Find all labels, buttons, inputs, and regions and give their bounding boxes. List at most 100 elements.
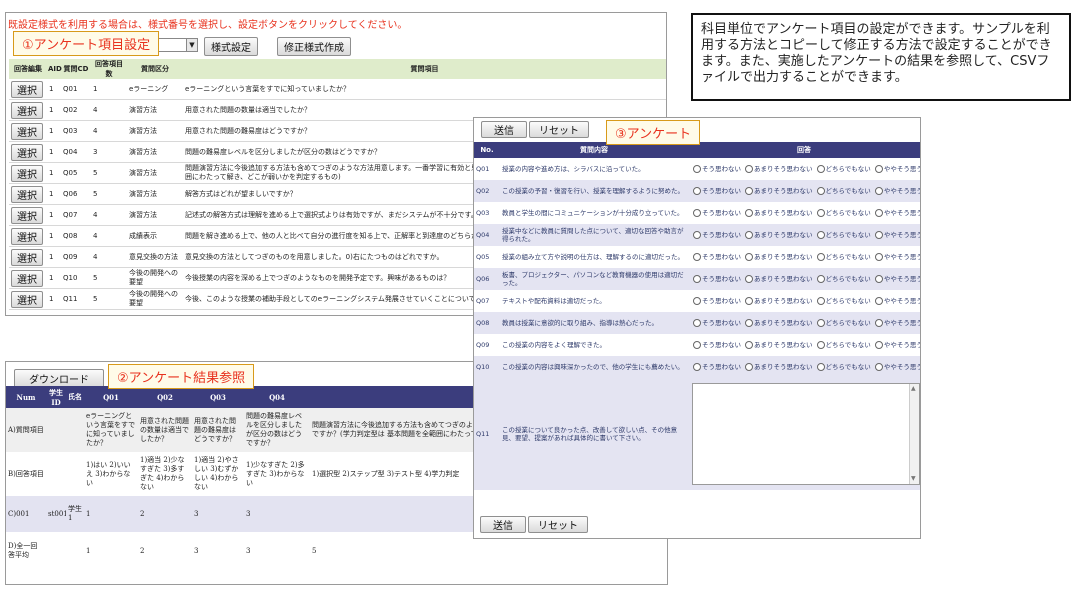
answer-option[interactable]: ややそう思う (872, 363, 920, 371)
radio-button[interactable] (816, 297, 825, 305)
answer-option[interactable]: そう思わない (690, 363, 741, 371)
answer-option[interactable]: あまりそう思わない (742, 187, 813, 195)
answer-option[interactable]: ややそう思う (872, 165, 920, 173)
radio-button[interactable] (745, 363, 753, 371)
answer-option[interactable]: そう思わない (690, 253, 741, 261)
radio-button[interactable] (874, 209, 883, 217)
radio-button[interactable] (874, 253, 883, 261)
radio-button[interactable] (745, 165, 753, 173)
radio-button[interactable] (816, 209, 825, 217)
radio-button[interactable] (874, 297, 883, 305)
radio-button[interactable] (816, 231, 825, 239)
radio-button[interactable] (816, 165, 825, 173)
answer-option[interactable]: そう思わない (690, 297, 741, 305)
select-button[interactable]: 選択 (11, 290, 43, 308)
radio-button[interactable] (874, 275, 883, 283)
answer-option[interactable]: ややそう思う (872, 297, 920, 305)
scroll-down-icon[interactable]: ▼ (911, 475, 916, 483)
radio-button[interactable] (693, 253, 701, 261)
radio-button[interactable] (693, 275, 701, 283)
answer-option[interactable]: ややそう思う (872, 231, 920, 239)
answer-option[interactable]: どちらでもない (814, 363, 871, 371)
answer-option[interactable]: あまりそう思わない (742, 253, 813, 261)
select-button[interactable]: 選択 (11, 227, 43, 245)
radio-button[interactable] (745, 319, 753, 327)
answer-option[interactable]: ややそう思う (872, 253, 920, 261)
select-button[interactable]: 選択 (11, 122, 43, 140)
radio-button[interactable] (816, 253, 825, 261)
radio-button[interactable] (816, 275, 825, 283)
radio-button[interactable] (745, 341, 753, 349)
select-button[interactable]: 選択 (11, 143, 43, 161)
radio-button[interactable] (745, 209, 753, 217)
select-button[interactable]: 選択 (11, 80, 43, 98)
answer-option[interactable]: あまりそう思わない (742, 231, 813, 239)
select-button[interactable]: 選択 (11, 269, 43, 287)
radio-button[interactable] (874, 363, 883, 371)
answer-option[interactable]: ややそう思う (872, 341, 920, 349)
answer-option[interactable]: そう思わない (690, 187, 741, 195)
radio-button[interactable] (816, 319, 825, 327)
reset-button[interactable]: リセット (529, 121, 589, 138)
radio-button[interactable] (874, 187, 883, 195)
answer-option[interactable]: どちらでもない (814, 253, 871, 261)
radio-button[interactable] (816, 187, 825, 195)
create-modified-style-button[interactable]: 修正様式作成 (277, 37, 351, 56)
radio-button[interactable] (874, 231, 883, 239)
answer-option[interactable]: あまりそう思わない (742, 209, 813, 217)
radio-button[interactable] (693, 341, 701, 349)
style-set-button[interactable]: 様式設定 (204, 37, 258, 56)
answer-option[interactable]: そう思わない (690, 319, 741, 327)
answer-option[interactable]: どちらでもない (814, 319, 871, 327)
radio-button[interactable] (874, 319, 883, 327)
radio-button[interactable] (693, 363, 701, 371)
answer-option[interactable]: あまりそう思わない (742, 341, 813, 349)
answer-option[interactable]: あまりそう思わない (742, 363, 813, 371)
radio-button[interactable] (745, 253, 753, 261)
radio-button[interactable] (693, 319, 701, 327)
answer-option[interactable]: ややそう思う (872, 275, 920, 283)
reset-button-bottom[interactable]: リセット (528, 516, 588, 533)
answer-option[interactable]: あまりそう思わない (742, 165, 813, 173)
select-button[interactable]: 選択 (11, 185, 43, 203)
scroll-up-icon[interactable]: ▲ (911, 385, 916, 393)
radio-button[interactable] (745, 187, 753, 195)
answer-option[interactable]: ややそう思う (872, 187, 920, 195)
select-button[interactable]: 選択 (11, 164, 43, 182)
answer-option[interactable]: どちらでもない (814, 297, 871, 305)
select-button[interactable]: 選択 (11, 101, 43, 119)
answer-option[interactable]: どちらでもない (814, 165, 871, 173)
radio-button[interactable] (816, 363, 825, 371)
answer-option[interactable]: そう思わない (690, 231, 741, 239)
comment-textarea[interactable]: ▲ ▼ (692, 383, 920, 485)
radio-button[interactable] (693, 231, 701, 239)
answer-option[interactable]: そう思わない (690, 341, 741, 349)
radio-button[interactable] (745, 297, 753, 305)
answer-option[interactable]: あまりそう思わない (742, 319, 813, 327)
answer-option[interactable]: どちらでもない (814, 341, 871, 349)
radio-button[interactable] (874, 165, 883, 173)
radio-button[interactable] (693, 209, 701, 217)
answer-option[interactable]: そう思わない (690, 209, 741, 217)
radio-button[interactable] (745, 275, 753, 283)
chevron-down-icon[interactable]: ▼ (186, 39, 197, 51)
answer-option[interactable]: そう思わない (690, 275, 741, 283)
radio-button[interactable] (693, 165, 701, 173)
radio-button[interactable] (693, 297, 701, 305)
submit-button-bottom[interactable]: 送信 (480, 516, 526, 533)
answer-option[interactable]: あまりそう思わない (742, 275, 813, 283)
radio-button[interactable] (816, 341, 825, 349)
radio-button[interactable] (693, 187, 701, 195)
answer-option[interactable]: ややそう思う (872, 209, 920, 217)
answer-option[interactable]: ややそう思う (872, 319, 920, 327)
answer-option[interactable]: どちらでもない (814, 275, 871, 283)
submit-button[interactable]: 送信 (481, 121, 527, 138)
answer-option[interactable]: どちらでもない (814, 209, 871, 217)
answer-option[interactable]: そう思わない (690, 165, 741, 173)
select-button[interactable]: 選択 (11, 248, 43, 266)
answer-option[interactable]: どちらでもない (814, 231, 871, 239)
answer-option[interactable]: あまりそう思わない (742, 297, 813, 305)
answer-option[interactable]: どちらでもない (814, 187, 871, 195)
scrollbar[interactable]: ▲ ▼ (909, 384, 919, 484)
select-button[interactable]: 選択 (11, 206, 43, 224)
